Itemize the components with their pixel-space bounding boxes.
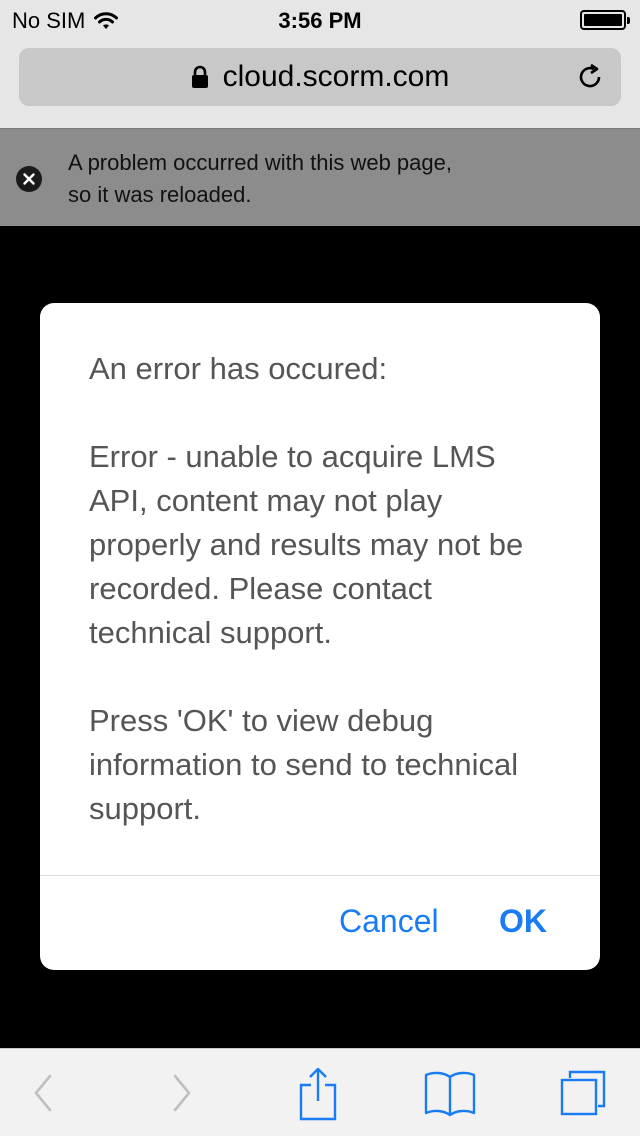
share-button[interactable]: [288, 1049, 348, 1136]
notice-text: A problem occurred with this web page, s…: [68, 147, 608, 211]
dialog-prompt: Press 'OK' to view debug information to …: [89, 703, 519, 826]
dialog-title: An error has occured:: [89, 351, 388, 386]
forward-button[interactable]: [152, 1049, 212, 1136]
dialog-message: Error - unable to acquire LMS API, conte…: [89, 439, 524, 650]
cancel-button[interactable]: Cancel: [339, 903, 439, 940]
back-button[interactable]: [13, 1049, 73, 1136]
bookmarks-icon: [424, 1071, 476, 1117]
address-bar[interactable]: cloud.scorm.com: [19, 48, 621, 106]
bottom-toolbar: [0, 1048, 640, 1136]
bookmarks-button[interactable]: [420, 1049, 480, 1136]
url-text: cloud.scorm.com: [222, 60, 450, 93]
tabs-button[interactable]: [553, 1049, 613, 1136]
reload-notice-banner: A problem occurred with this web page, s…: [0, 128, 640, 226]
forward-icon: [173, 1074, 191, 1112]
dialog-body: An error has occured: Error - unable to …: [89, 347, 559, 831]
back-icon: [34, 1074, 52, 1112]
lock-icon: [191, 65, 208, 88]
close-circle-icon[interactable]: [16, 166, 42, 192]
reload-icon[interactable]: [575, 62, 605, 92]
ok-button[interactable]: OK: [499, 903, 547, 940]
dialog-divider: [40, 875, 600, 876]
error-alert-dialog: An error has occured: Error - unable to …: [40, 303, 600, 970]
battery-icon: [580, 10, 630, 30]
share-icon: [299, 1067, 337, 1121]
status-time: 3:56 PM: [278, 8, 362, 33]
tabs-icon: [560, 1070, 606, 1116]
notice-line-2: so it was reloaded.: [68, 182, 252, 207]
notice-line-1: A problem occurred with this web page,: [68, 150, 452, 175]
browser-chrome: No SIM 3:56 PM cloud.scorm.com: [0, 0, 640, 128]
status-bar: No SIM 3:56 PM: [0, 0, 640, 40]
